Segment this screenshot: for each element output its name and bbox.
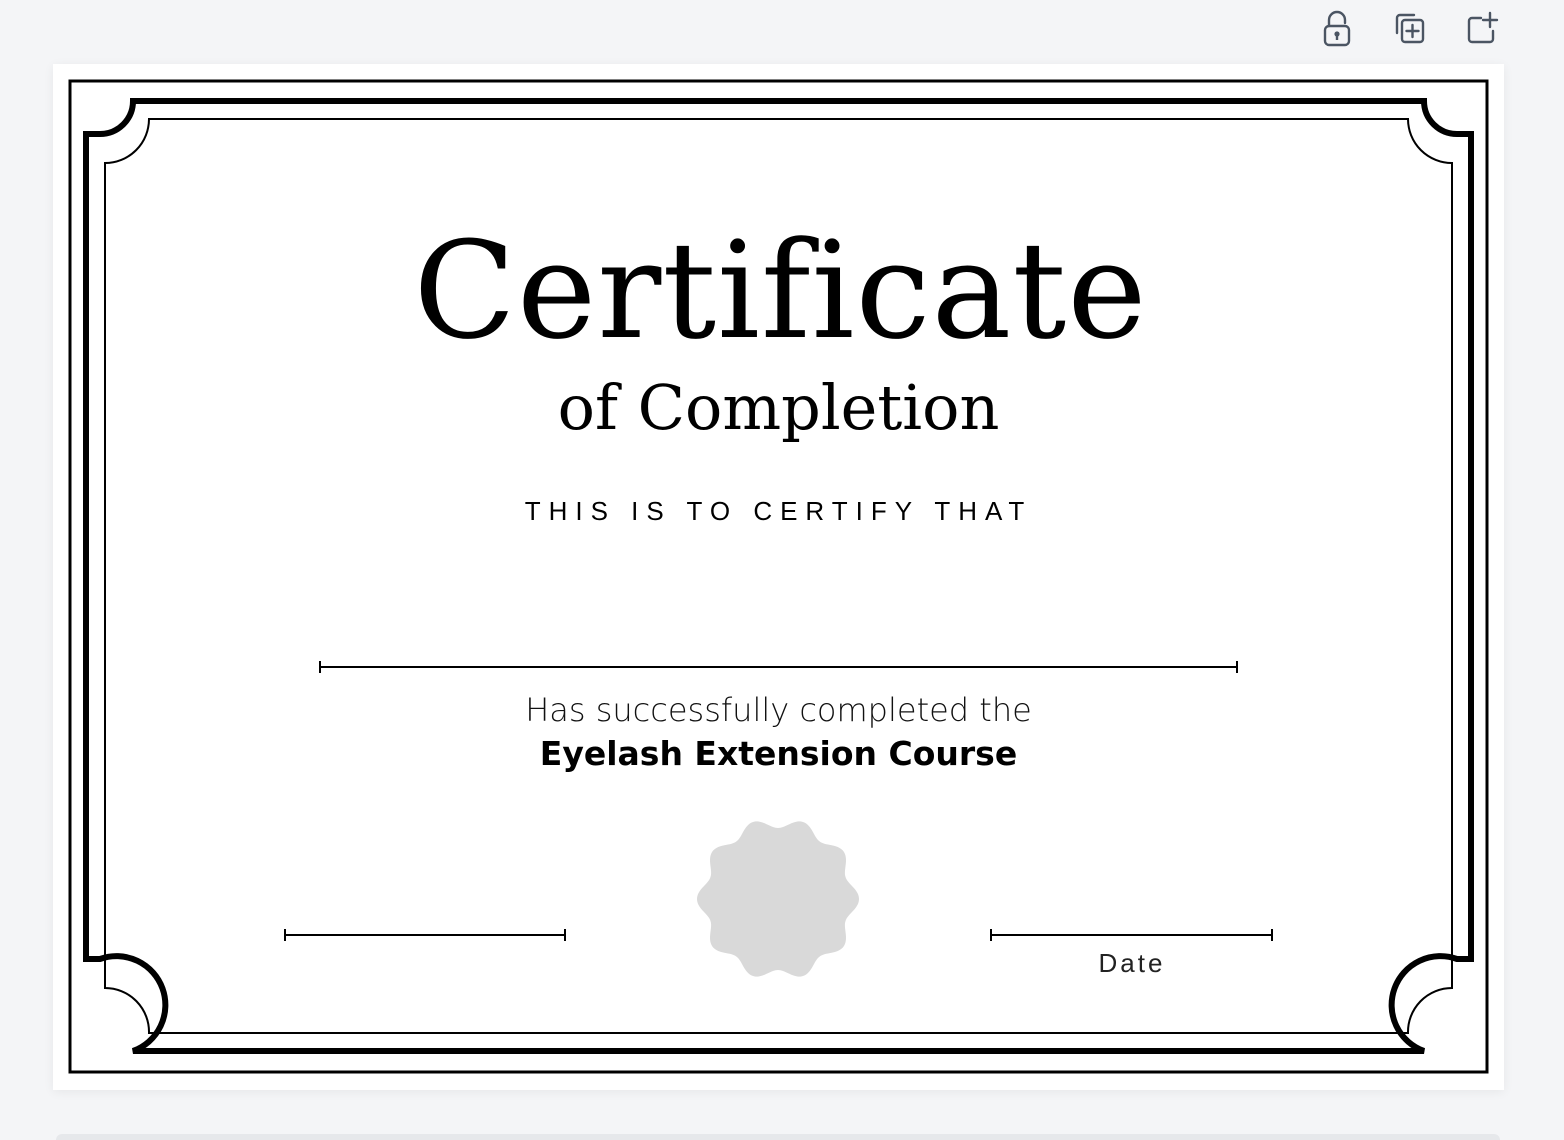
unlock-button[interactable] [1314, 6, 1360, 50]
certify-text[interactable]: THIS IS TO CERTIFY THAT [53, 494, 1504, 528]
duplicate-icon [1395, 13, 1425, 44]
certificate-title[interactable]: Certificate [55, 216, 1506, 366]
seal-placeholder[interactable] [693, 814, 863, 984]
unlock-icon [1323, 10, 1351, 47]
duplicate-page-button[interactable] [1386, 6, 1432, 50]
certificate-subtitle[interactable]: of Completion [53, 370, 1504, 446]
date-label[interactable]: Date [1056, 946, 1208, 980]
page-toolbar [1314, 6, 1504, 50]
certificate-canvas[interactable]: Certificate of Completion THIS IS TO CER… [53, 64, 1504, 1090]
add-page-icon [1467, 11, 1499, 44]
course-name[interactable]: Eyelash Extension Course [53, 732, 1504, 776]
add-page-button[interactable] [1458, 6, 1504, 50]
editor-page: Certificate of Completion THIS IS TO CER… [0, 0, 1564, 1140]
completed-text[interactable]: Has successfully completed the [53, 688, 1504, 732]
next-page-preview[interactable] [56, 1134, 1500, 1140]
